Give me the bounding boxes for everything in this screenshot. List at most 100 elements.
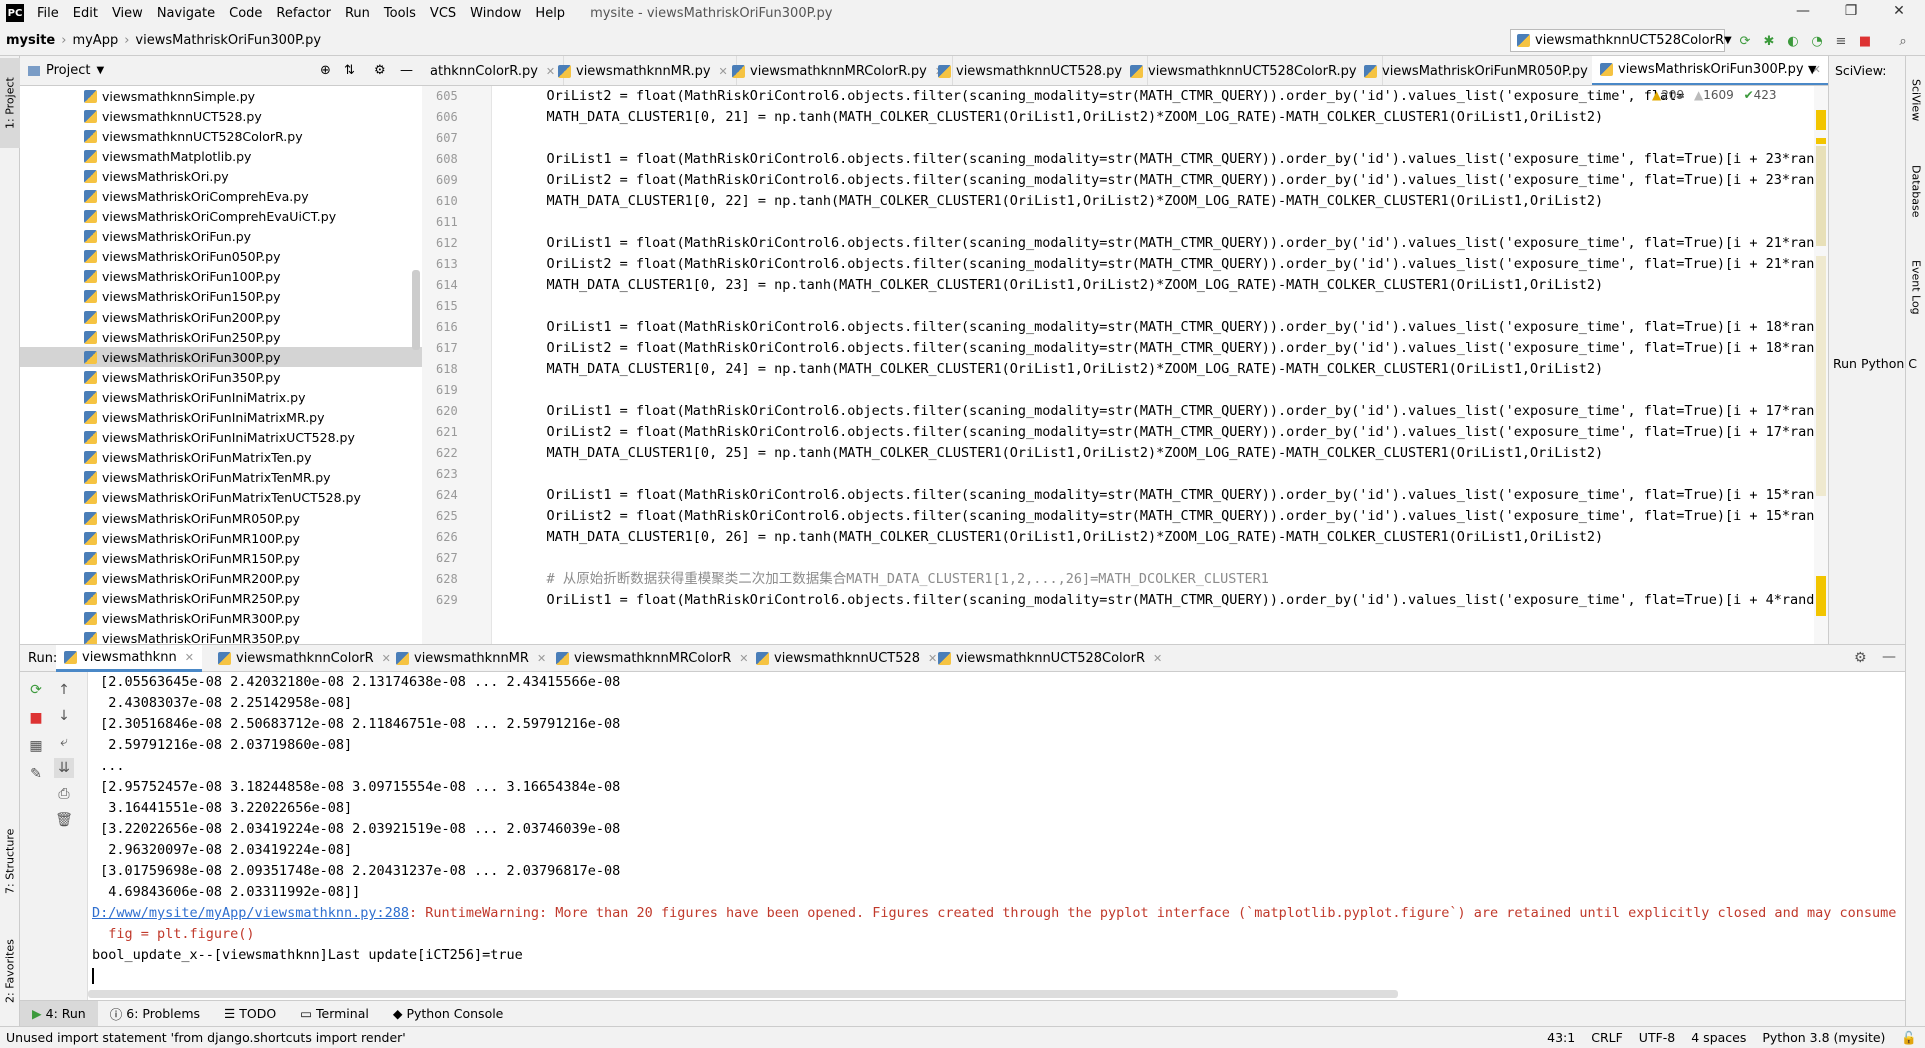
profile-icon[interactable]: ◔	[1808, 32, 1826, 50]
close-tab-icon[interactable]: ✕	[537, 652, 546, 665]
indent-setting[interactable]: 4 spaces	[1683, 1030, 1754, 1045]
editor-tab[interactable]: viewsmathknnUCT528ColorR.py✕	[1122, 56, 1383, 85]
menu-navigate[interactable]: Navigate	[150, 6, 222, 21]
database-tool-tab[interactable]: Database	[1906, 146, 1925, 236]
breadcrumb-folder[interactable]: myApp	[66, 33, 124, 48]
project-tool-tab[interactable]: 1: Project	[0, 58, 20, 148]
warning-file-link[interactable]: D:/www/mysite/myApp/viewsmathknn.py:288	[92, 905, 409, 921]
project-file-item[interactable]: viewsMathriskOriFunMR150P.py	[20, 548, 422, 568]
print-icon[interactable]: ⎙	[54, 784, 74, 804]
editor-tab[interactable]: viewsMathriskOriFunMR050P.py✕	[1356, 56, 1615, 85]
editor-tab[interactable]: athknnColorR.py ✕	[422, 56, 565, 85]
project-file-item[interactable]: viewsmathknnUCT528.py	[20, 106, 422, 126]
line-separator[interactable]: CRLF	[1583, 1030, 1631, 1045]
tab-problems[interactable]: ⓘ 6: Problems	[98, 1001, 212, 1027]
menu-tools[interactable]: Tools	[377, 6, 423, 21]
project-file-item[interactable]: viewsMathriskOriFunMR100P.py	[20, 528, 422, 548]
run-console-output[interactable]: [2.05563645e-08 2.42032180e-08 2.1317463…	[88, 672, 1905, 1000]
breadcrumb-file[interactable]: viewsMathriskOriFun300P.py	[129, 33, 327, 48]
project-file-item[interactable]: viewsMathriskOriFunIniMatrixUCT528.py	[20, 428, 422, 448]
project-file-item[interactable]: viewsMathriskOriFun.py	[20, 227, 422, 247]
rerun-icon[interactable]: ⟳	[26, 680, 46, 700]
menu-code[interactable]: Code	[222, 6, 269, 21]
run-tab[interactable]: viewsmathknnUCT528 ✕	[748, 645, 945, 672]
project-file-item[interactable]: viewsMathriskOriFunMR200P.py	[20, 568, 422, 588]
inspection-widget[interactable]: ▲209 ▲1609 ✔423	[1652, 88, 1777, 102]
project-file-item[interactable]: viewsMathriskOriComprehEvaUiCT.py	[20, 207, 422, 227]
project-file-item[interactable]: viewsMathriskOriFun150P.py	[20, 287, 422, 307]
chevron-down-icon[interactable]: ▼	[96, 65, 104, 76]
project-panel-title[interactable]: Project	[46, 63, 90, 78]
debug-icon[interactable]: ✱	[1760, 32, 1778, 50]
run-tab[interactable]: viewsmathknnMRColorR ✕	[548, 645, 756, 672]
collapse-all-icon[interactable]: ⇅	[344, 63, 355, 78]
hide-panel-icon[interactable]: —	[1882, 649, 1896, 665]
menu-window[interactable]: Window	[463, 6, 528, 21]
menu-refactor[interactable]: Refactor	[269, 6, 338, 21]
event-log-tool-tab[interactable]: Event Log	[1906, 242, 1925, 332]
project-file-item[interactable]: viewsMathriskOriFunMR250P.py	[20, 588, 422, 608]
editor-tab[interactable]: viewsmathknnUCT528.py✕	[930, 56, 1149, 85]
project-file-item[interactable]: viewsMathriskOriFunMatrixTen.py	[20, 448, 422, 468]
project-file-item[interactable]: viewsMathriskOriFun050P.py	[20, 247, 422, 267]
editor-tab-active[interactable]: viewsMathriskOriFun300P.py ✕	[1592, 56, 1830, 85]
project-file-item[interactable]: viewsMathriskOriFunIniMatrix.py	[20, 387, 422, 407]
python-interpreter[interactable]: Python 3.8 (mysite)	[1754, 1030, 1893, 1045]
project-file-item[interactable]: viewsMathriskOri.py	[20, 166, 422, 186]
restore-icon[interactable]: ❐	[1828, 3, 1874, 23]
project-file-item[interactable]: viewsMathriskOriFunMR050P.py	[20, 508, 422, 528]
favorites-tool-tab[interactable]: 2: Favorites	[0, 916, 20, 1026]
soft-wrap-icon[interactable]: ⤶	[54, 732, 74, 752]
project-file-item[interactable]: viewsMathriskOriFunIniMatrixMR.py	[20, 408, 422, 428]
minimize-icon[interactable]: —	[1780, 3, 1826, 23]
lock-icon[interactable]: 🔓	[1893, 1030, 1925, 1046]
caret-position[interactable]: 43:1	[1539, 1030, 1583, 1045]
stop-icon[interactable]: ■	[1856, 32, 1874, 50]
stop-icon[interactable]: ■	[26, 708, 46, 728]
gear-icon[interactable]: ⚙	[1854, 650, 1867, 666]
project-file-item[interactable]: viewsmathknnSimple.py	[20, 86, 422, 106]
coverage-icon[interactable]: ◐	[1784, 32, 1802, 50]
code-editor[interactable]: OriList2 = float(MathRiskOriControl6.obj…	[492, 86, 1814, 644]
tab-python-console[interactable]: ◆ Python Console	[381, 1001, 516, 1027]
menu-file[interactable]: File	[30, 6, 66, 21]
breadcrumb-project[interactable]: mysite	[0, 33, 61, 48]
arrow-down-icon[interactable]: ↓	[54, 706, 74, 726]
file-encoding[interactable]: UTF-8	[1631, 1030, 1683, 1045]
tab-todo[interactable]: ☰ TODO	[212, 1001, 288, 1027]
project-file-item[interactable]: viewsMathriskOriFun350P.py	[20, 367, 422, 387]
run-configuration-select[interactable]: viewsmathknnUCT528ColorR ▼	[1510, 29, 1732, 52]
close-tab-icon[interactable]: ✕	[185, 651, 194, 664]
tab-terminal[interactable]: ▭ Terminal	[288, 1001, 381, 1027]
gear-icon[interactable]: ⚙	[374, 63, 386, 78]
project-file-item[interactable]: viewsMathriskOriFunMatrixTenUCT528.py	[20, 488, 422, 508]
project-file-item[interactable]: viewsMathriskOriFunMR300P.py	[20, 608, 422, 628]
tab-list-chevron-icon[interactable]: ▼	[1808, 63, 1816, 76]
project-file-item[interactable]: viewsmathMatplotlib.py	[20, 146, 422, 166]
scroll-to-end-icon[interactable]: ⇊	[54, 758, 74, 778]
pin-icon[interactable]: ✎	[26, 764, 46, 784]
project-file-item[interactable]: viewsMathriskOriFun300P.py	[20, 347, 422, 368]
menu-edit[interactable]: Edit	[66, 6, 105, 21]
locate-icon[interactable]: ⊕	[320, 63, 331, 78]
close-window-icon[interactable]: ✕	[1876, 3, 1922, 23]
editor-tab[interactable]: viewsmathknnMR.py ✕	[550, 56, 737, 85]
hide-panel-icon[interactable]: —	[400, 63, 413, 78]
menu-view[interactable]: View	[105, 6, 150, 21]
concurrency-icon[interactable]: ≡	[1832, 32, 1850, 50]
arrow-up-icon[interactable]: ↑	[54, 680, 74, 700]
error-stripe[interactable]	[1814, 86, 1828, 644]
project-file-item[interactable]: viewsMathriskOriFun250P.py	[20, 327, 422, 347]
console-input-cursor[interactable]	[88, 966, 1905, 987]
search-icon[interactable]: ⌕	[1894, 32, 1912, 50]
rerun-icon[interactable]: ⟳	[1736, 32, 1754, 50]
close-tab-icon[interactable]: ✕	[1153, 652, 1162, 665]
project-tree-scrollbar[interactable]	[412, 270, 420, 350]
tab-run[interactable]: ▶ 4: Run	[20, 1000, 98, 1027]
trash-icon[interactable]: 🗑	[54, 810, 74, 830]
menu-run[interactable]: Run	[338, 6, 377, 21]
menu-help[interactable]: Help	[528, 6, 572, 21]
sciview-tool-tab[interactable]: SciView	[1906, 60, 1925, 140]
menu-vcs[interactable]: VCS	[423, 6, 463, 21]
layout-icon[interactable]: ▦	[26, 736, 46, 756]
